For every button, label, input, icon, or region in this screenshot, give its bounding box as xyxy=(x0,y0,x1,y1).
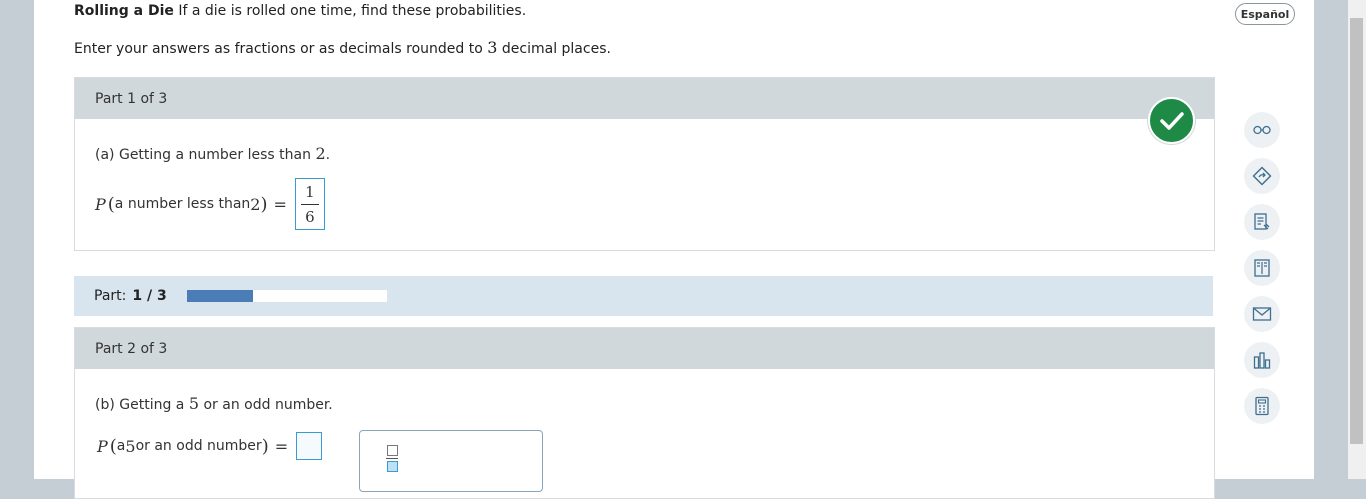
instruction-text: Enter your answers as fractions or as de… xyxy=(74,38,611,57)
close-paren: ) xyxy=(261,435,269,457)
instruction-post: decimal places. xyxy=(497,41,611,57)
part-2-equation: P ( a 5 or an odd number ) = xyxy=(97,432,323,460)
part-2-panel: Part 2 of 3 (b) Getting a 5 or an odd nu… xyxy=(74,327,1215,499)
question-label: (b) xyxy=(95,397,115,413)
message-icon[interactable] xyxy=(1244,296,1280,332)
part-1-panel: Part 1 of 3 (a) Getting a number less th… xyxy=(74,77,1215,251)
open-paren: ( xyxy=(109,435,117,457)
part-2-heading: Part 2 of 3 xyxy=(75,328,1214,369)
progress-value: 1 / 3 xyxy=(132,288,167,304)
close-paren: ) xyxy=(260,193,268,215)
math-palette xyxy=(359,430,543,492)
progress-label: Part: xyxy=(94,288,127,304)
problem-title-bold: Rolling a Die xyxy=(74,3,174,19)
calculator-icon[interactable] xyxy=(1244,388,1280,424)
hint-icon[interactable] xyxy=(1244,158,1280,194)
part-1-heading: Part 1 of 3 xyxy=(75,78,1214,119)
worksheet-icon[interactable] xyxy=(1244,204,1280,240)
equation-number: 2 xyxy=(250,194,261,214)
problem-title: Rolling a Die If a die is rolled one tim… xyxy=(74,3,526,19)
equation-text: a number less than xyxy=(114,196,251,212)
part-1-answer-fraction[interactable]: 1 6 xyxy=(294,178,325,230)
scrollbar-thumb[interactable] xyxy=(1350,18,1363,444)
problem-title-text: If a die is rolled one time, find these … xyxy=(173,3,527,19)
instruction-num: 3 xyxy=(487,38,498,57)
answer-numerator: 1 xyxy=(305,182,315,201)
equals-sign: = xyxy=(273,194,287,214)
part-1-equation: P ( a number less than 2 ) = 1 6 xyxy=(95,178,325,230)
fraction-template-icon[interactable] xyxy=(386,445,398,473)
question-label: (a) xyxy=(95,147,115,163)
question-text: Getting a xyxy=(114,397,189,413)
glasses-icon[interactable] xyxy=(1244,112,1280,148)
chart-icon[interactable] xyxy=(1244,342,1280,378)
instruction-pre: Enter your answers as fractions or as de… xyxy=(74,41,488,57)
question-text: Getting a number less than xyxy=(114,147,316,163)
part-1-question: (a) Getting a number less than 2. xyxy=(95,144,330,163)
equals-sign: = xyxy=(274,436,289,456)
language-button[interactable]: Español xyxy=(1235,3,1295,25)
part-2-question: (b) Getting a 5 or an odd number. xyxy=(95,394,333,413)
answer-denominator: 6 xyxy=(305,207,315,226)
fraction-numerator-slot xyxy=(386,445,398,456)
question-number: 5 xyxy=(188,394,200,413)
equation-text-b: or an odd number xyxy=(135,438,262,454)
fraction-line xyxy=(386,458,398,459)
probability-symbol: P xyxy=(95,194,106,214)
correct-check-icon xyxy=(1148,97,1195,144)
open-paren: ( xyxy=(107,193,115,215)
progress-bar xyxy=(186,290,387,302)
fraction-denominator-slot xyxy=(386,461,398,472)
question-number: 2 xyxy=(315,144,326,163)
fraction-bar xyxy=(300,203,319,205)
equation-text-a: a xyxy=(116,438,126,454)
question-end: or an odd number. xyxy=(199,397,333,413)
progress-bar-fill xyxy=(186,290,254,302)
part-progress-strip: Part: 1 / 3 xyxy=(74,276,1213,316)
ebook-icon[interactable] xyxy=(1244,250,1280,286)
question-end: . xyxy=(325,147,331,163)
equation-number: 5 xyxy=(125,436,136,456)
probability-symbol: P xyxy=(97,436,108,456)
part-2-answer-input[interactable] xyxy=(296,432,323,460)
